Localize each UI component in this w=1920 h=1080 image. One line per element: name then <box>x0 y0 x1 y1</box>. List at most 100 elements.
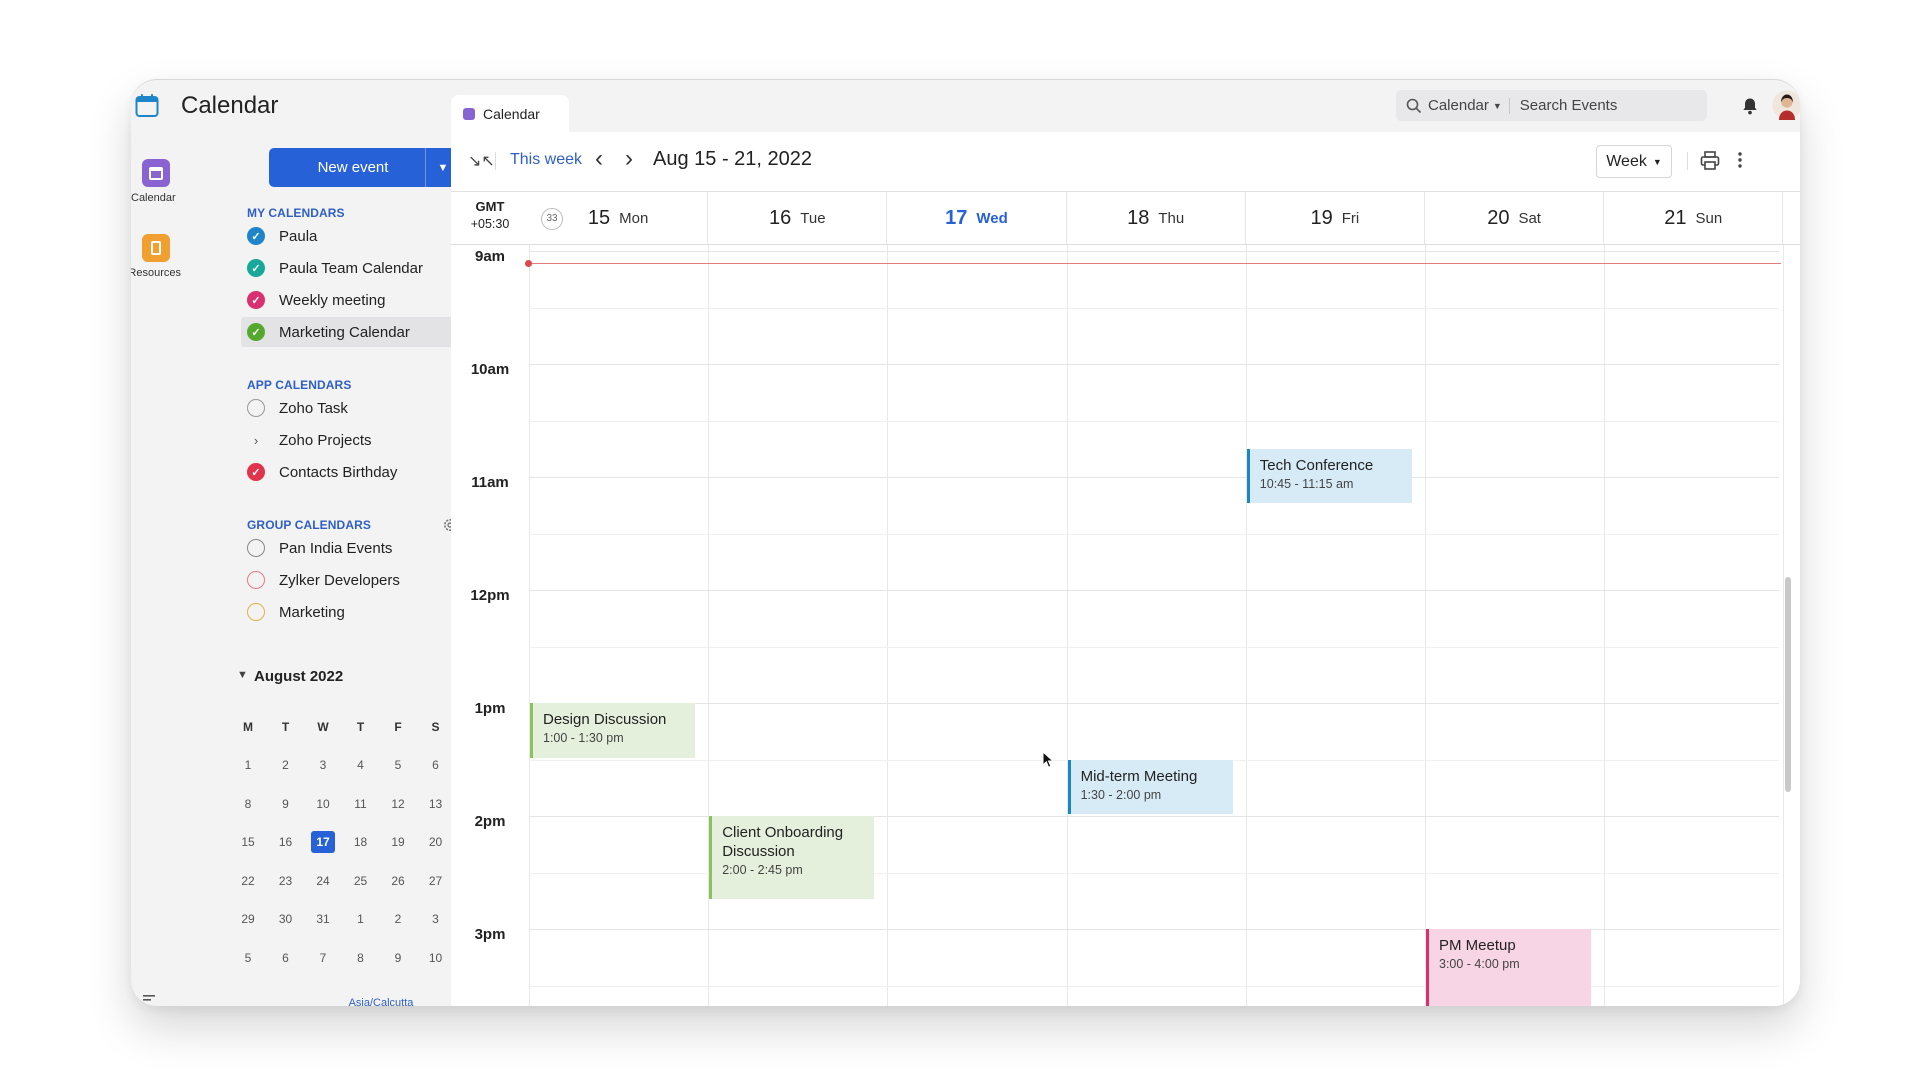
divider <box>495 152 496 170</box>
day-header-mon[interactable]: 15 Mon <box>529 192 709 244</box>
mini-day[interactable]: 10 <box>424 947 448 969</box>
hour-label: 1pm <box>474 700 506 717</box>
vertical-scrollbar[interactable] <box>1785 577 1791 792</box>
mini-day[interactable]: 12 <box>386 793 410 815</box>
mini-day[interactable]: 1 <box>236 754 260 776</box>
gmt-offset: +05:30 <box>470 217 510 231</box>
mini-day[interactable]: 5 <box>236 947 260 969</box>
this-week-link[interactable]: This week <box>510 151 582 169</box>
day-name: Fri <box>1341 209 1360 227</box>
mini-day[interactable]: 5 <box>386 754 410 776</box>
day-number: 17 <box>945 206 968 229</box>
mini-day[interactable]: 17 <box>311 831 335 853</box>
mini-day[interactable]: 6 <box>274 947 298 969</box>
calendar-app-window: Calendar Resources Calendar New event ▼ … <box>131 79 1800 1006</box>
more-options-icon[interactable] <box>1738 151 1742 169</box>
day-column-line <box>529 244 530 1006</box>
mini-day[interactable]: 9 <box>274 793 298 815</box>
chevron-down-icon[interactable]: ▼ <box>237 669 248 681</box>
rail-item-resources[interactable]: Resources <box>131 234 181 279</box>
day-header-thu[interactable]: 18 Thu <box>1067 192 1246 244</box>
event-title: Mid-term Meeting <box>1080 767 1198 785</box>
event-title: Design Discussion <box>543 711 667 728</box>
new-event-button[interactable]: New event ▼ <box>269 148 460 187</box>
search-icon <box>1406 98 1422 113</box>
mini-day[interactable]: 30 <box>274 908 298 930</box>
day-header-tue[interactable]: 16 Tue <box>708 192 888 244</box>
mini-day[interactable]: 29 <box>236 908 260 930</box>
mini-day[interactable]: 16 <box>274 831 298 853</box>
mini-day[interactable]: 7 <box>311 947 335 969</box>
app-title: Calendar <box>181 92 279 119</box>
mini-day[interactable]: 11 <box>349 793 373 815</box>
mini-day[interactable]: 22 <box>236 870 260 892</box>
mini-day[interactable]: 31 <box>311 908 335 930</box>
calendar-name: Paula <box>279 227 318 245</box>
mini-day[interactable]: 20 <box>424 831 448 853</box>
mini-dow: T <box>281 720 290 734</box>
event-design-discussion[interactable]: Design Discussion 1:00 - 1:30 pm <box>530 703 695 758</box>
mini-day[interactable]: 18 <box>349 831 373 853</box>
view-selector[interactable]: Week ▼ <box>1596 145 1672 178</box>
mini-day[interactable]: 10 <box>311 793 335 815</box>
search-bar[interactable]: Calendar ▼ Search Events <box>1396 90 1707 121</box>
mini-day[interactable]: 2 <box>386 908 410 930</box>
day-header-sat[interactable]: 20 Sat <box>1425 192 1605 244</box>
mini-day[interactable]: 23 <box>274 870 298 892</box>
next-week-icon[interactable]: › <box>625 145 633 173</box>
mini-day[interactable]: 3 <box>424 908 448 930</box>
mini-day[interactable]: 8 <box>349 947 373 969</box>
mini-day[interactable]: 26 <box>386 870 410 892</box>
unchecked-circle-icon[interactable] <box>247 399 265 417</box>
user-avatar[interactable] <box>1772 90 1800 120</box>
hour-line <box>529 251 1779 252</box>
checked-circle-icon[interactable]: ✓ <box>247 291 265 309</box>
checked-circle-icon[interactable]: ✓ <box>247 323 265 341</box>
chevron-down-icon[interactable]: ▼ <box>1493 101 1502 111</box>
checked-circle-icon[interactable]: ✓ <box>247 463 265 481</box>
half-hour-line <box>529 985 1779 987</box>
day-header-sun[interactable]: 21 Sun <box>1604 192 1784 244</box>
rail-item-calendar[interactable]: Calendar <box>131 159 181 204</box>
calendar-name: Zoho Projects <box>279 431 372 449</box>
tab-label: Calendar <box>483 106 540 122</box>
unchecked-circle-icon[interactable] <box>247 571 265 589</box>
event-client-onboarding-discussion[interactable]: Client Onboarding Discussion 2:00 - 2:45 … <box>709 816 875 899</box>
new-event-label: New event <box>317 159 389 176</box>
checked-circle-icon[interactable]: ✓ <box>247 259 265 277</box>
search-scope[interactable]: Calendar <box>1428 97 1489 114</box>
mini-day[interactable]: 8 <box>236 793 260 815</box>
menu-icon[interactable] <box>143 994 157 1004</box>
event-mid-term-meeting[interactable]: Mid-term Meeting 1:30 - 2:00 pm <box>1067 759 1233 814</box>
mini-day[interactable]: 24 <box>311 870 335 892</box>
mini-day[interactable]: 1 <box>349 908 373 930</box>
collapse-arrows-icon[interactable]: ↘↖ <box>468 151 495 171</box>
day-column-line <box>1066 244 1068 1006</box>
mini-day[interactable]: 3 <box>311 754 335 776</box>
mini-day[interactable]: 15 <box>236 831 260 853</box>
unchecked-circle-icon[interactable] <box>247 539 265 557</box>
mini-day[interactable]: 6 <box>424 754 448 776</box>
event-tech-conference[interactable]: Tech Conference 10:45 - 11:15 am <box>1246 448 1412 504</box>
print-icon[interactable] <box>1700 151 1720 170</box>
mini-dow: W <box>317 720 329 734</box>
previous-week-icon[interactable]: ‹ <box>595 145 603 173</box>
event-pm-meetup[interactable]: PM Meetup 3:00 - 4:00 pm <box>1426 929 1591 1006</box>
chevron-right-icon[interactable]: › <box>247 433 265 448</box>
day-header-wed[interactable]: 17 Wed <box>887 192 1067 244</box>
search-input[interactable]: Search Events <box>1520 97 1618 114</box>
mini-day[interactable]: 4 <box>349 754 373 776</box>
mini-day[interactable]: 13 <box>424 793 448 815</box>
mini-day[interactable]: 2 <box>274 754 298 776</box>
mini-day[interactable]: 27 <box>424 870 448 892</box>
mini-day[interactable]: 25 <box>349 870 373 892</box>
mini-day[interactable]: 9 <box>386 947 410 969</box>
tab-calendar[interactable]: Calendar <box>451 95 569 133</box>
event-title: Tech Conference <box>1259 456 1374 474</box>
day-header-fri[interactable]: 19 Fri <box>1246 192 1425 244</box>
unchecked-circle-icon[interactable] <box>247 603 265 621</box>
bell-icon[interactable] <box>1742 97 1758 115</box>
event-time: 3:00 - 4:00 pm <box>1439 957 1520 971</box>
mini-day[interactable]: 19 <box>386 831 410 853</box>
checked-circle-icon[interactable]: ✓ <box>247 227 265 245</box>
